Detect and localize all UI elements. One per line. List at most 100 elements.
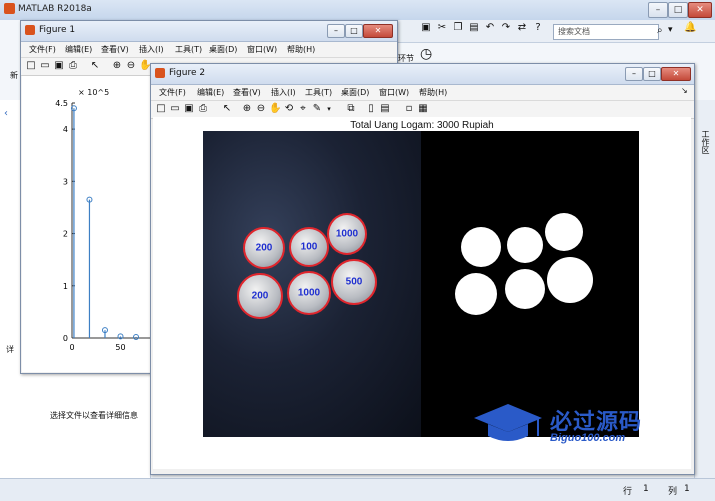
- coin-500: 500: [331, 259, 377, 305]
- print-icon[interactable]: ⎙: [67, 60, 79, 72]
- menu-edit[interactable]: 编辑(E): [65, 44, 92, 55]
- y-tick-label: 2: [63, 230, 68, 239]
- mask-blob: [545, 213, 583, 251]
- menu-help[interactable]: 帮助(H): [419, 87, 447, 98]
- workspace-strip[interactable]: 工作区: [694, 100, 715, 478]
- paste-icon[interactable]: ▤: [468, 22, 480, 34]
- open-file-icon[interactable]: ▭: [39, 60, 51, 72]
- figure-1-close-button[interactable]: ✕: [363, 24, 393, 38]
- menu-dock-icon[interactable]: ↘: [681, 86, 688, 95]
- legend-icon[interactable]: ▤: [379, 103, 391, 115]
- print-icon[interactable]: ⎙: [197, 103, 209, 115]
- menu-view[interactable]: 查看(V): [233, 87, 261, 98]
- mask-blob: [455, 273, 497, 315]
- figure-2-maximize-button[interactable]: □: [643, 67, 661, 81]
- minimize-button[interactable]: –: [648, 2, 668, 18]
- cut-icon[interactable]: ✂: [436, 22, 448, 34]
- save-figure-icon[interactable]: ▣: [53, 60, 65, 72]
- menu-tools[interactable]: 工具(T): [175, 44, 202, 55]
- back-arrow-icon[interactable]: ‹: [4, 108, 8, 119]
- figure-icon: [155, 68, 165, 78]
- rotate-3d-icon[interactable]: ⟲: [283, 103, 295, 115]
- select-arrow-icon[interactable]: ↖: [89, 60, 101, 72]
- figure-1-minimize-button[interactable]: –: [327, 24, 345, 38]
- community-icon[interactable]: 🔔: [684, 22, 696, 34]
- x-tick-label: 50: [115, 343, 125, 352]
- app-title: MATLAB R2018a: [18, 4, 92, 14]
- figure-2-title-bar: Figure 2 – □ ✕: [151, 64, 694, 85]
- y-tick-label: 4.5: [55, 99, 68, 108]
- zoom-out-icon[interactable]: ⊖: [255, 103, 267, 115]
- menu-window[interactable]: 窗口(W): [247, 44, 277, 55]
- menu-insert[interactable]: 插入(I): [271, 87, 296, 98]
- hide-plot-tools-icon[interactable]: ▫: [403, 103, 415, 115]
- graduation-cap-logo: [474, 404, 542, 441]
- save-icon[interactable]: ▣: [420, 22, 432, 34]
- data-cursor-icon[interactable]: ⌖: [297, 103, 309, 115]
- coin-value-label: 1000: [335, 228, 359, 240]
- matlab-logo-icon: [4, 3, 15, 14]
- menu-help[interactable]: 帮助(H): [287, 44, 315, 55]
- save-figure-icon[interactable]: ▣: [183, 103, 195, 115]
- zoom-in-icon[interactable]: ⊕: [241, 103, 253, 115]
- figure-1-title: Figure 1: [39, 25, 76, 35]
- search-icon[interactable]: ⌕: [657, 25, 663, 36]
- y-tick-label: 3: [63, 177, 68, 186]
- coin-value-label: 200: [251, 290, 269, 302]
- menu-insert[interactable]: 插入(I): [139, 44, 164, 55]
- col-label: 列: [668, 487, 678, 497]
- clock-icon[interactable]: ◷: [420, 46, 432, 62]
- zoom-out-icon[interactable]: ⊖: [125, 60, 137, 72]
- row-label: 行: [623, 487, 633, 497]
- menu-desktop[interactable]: 桌面(D): [209, 44, 237, 55]
- main-title-bar: MATLAB R2018a – □ ✕: [0, 0, 715, 21]
- menu-window[interactable]: 窗口(W): [379, 87, 409, 98]
- search-documentation-input[interactable]: 搜索文档: [553, 24, 659, 40]
- new-figure-icon[interactable]: □: [155, 103, 167, 115]
- coin-value-label: 1000: [297, 287, 321, 299]
- coin-value-label: 500: [345, 276, 363, 288]
- new-figure-icon[interactable]: □: [25, 60, 37, 72]
- row-value: 1: [643, 484, 649, 494]
- y-tick-label: 4: [63, 125, 68, 134]
- coin-200: 200: [237, 273, 283, 319]
- brush-icon[interactable]: ✎: [311, 103, 323, 115]
- watermark: 必过源码 Biguo100.com: [470, 400, 670, 450]
- brush-dropdown-icon[interactable]: ▾: [323, 103, 335, 115]
- details-label: 详: [6, 345, 14, 354]
- x-tick-label: 0: [69, 343, 74, 352]
- menu-desktop[interactable]: 桌面(D): [341, 87, 369, 98]
- menu-file[interactable]: 文件(F): [29, 44, 56, 55]
- copy-icon[interactable]: ❐: [452, 22, 464, 34]
- menu-file[interactable]: 文件(F): [159, 87, 186, 98]
- figure-1-maximize-button[interactable]: □: [345, 24, 363, 38]
- link-plot-icon[interactable]: ⧉: [345, 103, 357, 115]
- coin-photo-image: 200 100 1000 200 1000 500: [203, 131, 421, 437]
- coin-value-label: 100: [300, 241, 318, 253]
- figure-2-minimize-button[interactable]: –: [625, 67, 643, 81]
- maximize-button[interactable]: □: [668, 2, 688, 18]
- y-exponent-label: × 10^5: [78, 88, 110, 97]
- search-options-icon[interactable]: ▾: [668, 25, 673, 35]
- open-file-icon[interactable]: ▭: [169, 103, 181, 115]
- close-button[interactable]: ✕: [688, 2, 712, 18]
- colorbar-icon[interactable]: ▯: [365, 103, 377, 115]
- status-bar: 行 1 列 1: [0, 478, 715, 501]
- coin-100: 100: [289, 227, 329, 267]
- coin-1000: 1000: [287, 271, 331, 315]
- select-arrow-icon[interactable]: ↖: [221, 103, 233, 115]
- help-icon[interactable]: ?: [532, 22, 544, 34]
- redo-icon[interactable]: ↷: [500, 22, 512, 34]
- figure-2-close-button[interactable]: ✕: [661, 67, 691, 81]
- show-plot-tools-icon[interactable]: ▦: [417, 103, 429, 115]
- figure-1-menu-bar: 文件(F) 编辑(E) 查看(V) 插入(I) 工具(T) 桌面(D) 窗口(W…: [21, 42, 397, 58]
- binary-mask-image: [421, 131, 639, 437]
- menu-edit[interactable]: 编辑(E): [197, 87, 224, 98]
- y-tick-label: 1: [63, 282, 68, 291]
- switch-windows-icon[interactable]: ⇄: [516, 22, 528, 34]
- menu-tools[interactable]: 工具(T): [305, 87, 332, 98]
- zoom-in-icon[interactable]: ⊕: [111, 60, 123, 72]
- pan-icon[interactable]: ✋: [269, 103, 281, 115]
- menu-view[interactable]: 查看(V): [101, 44, 129, 55]
- undo-icon[interactable]: ↶: [484, 22, 496, 34]
